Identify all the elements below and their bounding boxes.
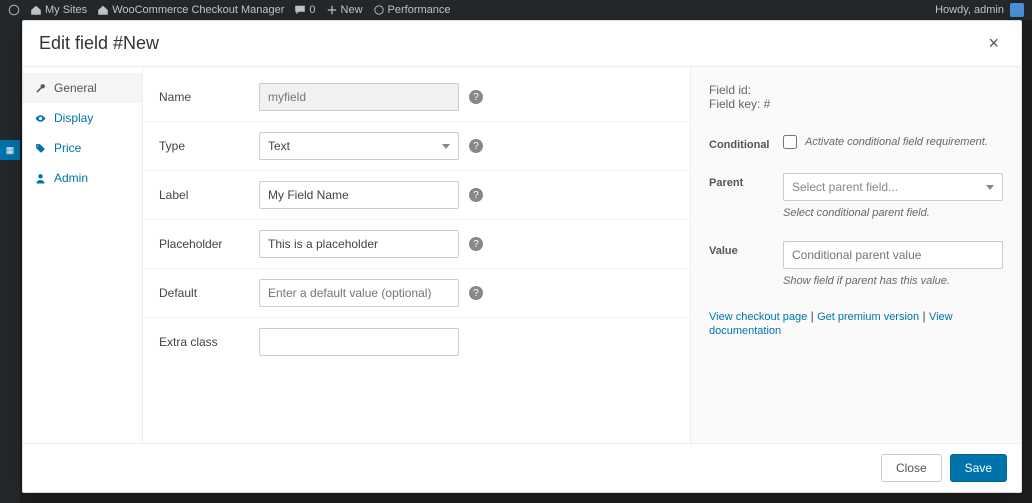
name-input [259,83,459,111]
avatar[interactable] [1010,3,1024,17]
tab-general[interactable]: General [23,73,142,103]
help-icon[interactable]: ? [469,90,483,104]
default-input[interactable] [259,279,459,307]
adminbar-perf-label: Performance [388,4,451,16]
conditional-label: Conditional [709,135,771,151]
wp-admin-menu: ▦ [0,20,20,503]
value-input[interactable] [783,241,1003,269]
wrench-icon [35,83,46,94]
extraclass-input[interactable] [259,328,459,356]
adminbar-mysites[interactable]: My Sites [30,4,87,16]
help-icon[interactable]: ? [469,237,483,251]
conditional-text: Activate conditional field requirement. [805,136,988,148]
conditional-checkbox[interactable] [783,135,797,149]
adminbar-howdy[interactable]: Howdy, admin [935,4,1004,16]
modal-title: Edit field #New [39,33,159,54]
placeholder-label: Placeholder [159,237,259,251]
default-label: Default [159,286,259,300]
adminbar-performance[interactable]: Performance [373,4,451,16]
placeholder-input[interactable] [259,230,459,258]
adminbar-comments[interactable]: 0 [294,4,315,16]
modal-tabs: General Display Price Admin [23,67,143,443]
wp-logo[interactable] [8,4,20,16]
tag-icon [35,143,46,154]
chevron-down-icon [986,185,994,190]
side-links: View checkout page | Get premium version… [709,309,1003,337]
save-button[interactable]: Save [950,454,1007,482]
label-input[interactable] [259,181,459,209]
parent-placeholder: Select parent field... [792,180,898,194]
parent-label: Parent [709,173,771,189]
parent-select[interactable]: Select parent field... [783,173,1003,201]
adminbar-comments-count: 0 [309,4,315,16]
label-label: Label [159,188,259,202]
modal-header: Edit field #New × [23,21,1021,67]
field-id-meta: Field id: [709,83,1003,97]
help-icon[interactable]: ? [469,286,483,300]
adminbar-mysites-label: My Sites [45,4,87,16]
value-label: Value [709,241,771,257]
adminbar-new[interactable]: New [326,4,363,16]
link-checkout[interactable]: View checkout page [709,311,807,323]
tab-price-label: Price [54,141,81,155]
link-premium[interactable]: Get premium version [817,311,919,323]
help-icon[interactable]: ? [469,188,483,202]
tab-general-label: General [54,81,97,95]
value-hint: Show field if parent has this value. [783,275,1003,287]
type-value: Text [268,139,290,153]
field-key-meta: Field key: # [709,97,1003,111]
tab-display-label: Display [54,111,93,125]
close-button[interactable]: Close [881,454,942,482]
name-label: Name [159,90,259,104]
eye-icon [35,113,46,124]
tab-display[interactable]: Display [23,103,142,133]
form-panel: Name ? Type Text ? Label ? [143,67,691,443]
close-icon[interactable]: × [982,31,1005,56]
adminbar-site[interactable]: WooCommerce Checkout Manager [97,4,284,16]
tab-price[interactable]: Price [23,133,142,163]
type-select[interactable]: Text [259,132,459,160]
adminbar-new-label: New [341,4,363,16]
parent-hint: Select conditional parent field. [783,207,1003,219]
user-icon [35,173,46,184]
chevron-down-icon [442,144,450,149]
extraclass-label: Extra class [159,335,259,349]
admin-bar: My Sites WooCommerce Checkout Manager 0 … [0,0,1032,20]
tab-admin-label: Admin [54,171,88,185]
edit-field-modal: Edit field #New × General Display Price … [22,20,1022,493]
adminbar-site-label: WooCommerce Checkout Manager [112,4,284,16]
type-label: Type [159,139,259,153]
tab-admin[interactable]: Admin [23,163,142,193]
modal-footer: Close Save [23,443,1021,492]
sidemenu-active-icon[interactable]: ▦ [0,140,20,160]
help-icon[interactable]: ? [469,139,483,153]
side-panel: Field id: Field key: # Conditional Activ… [691,67,1021,443]
